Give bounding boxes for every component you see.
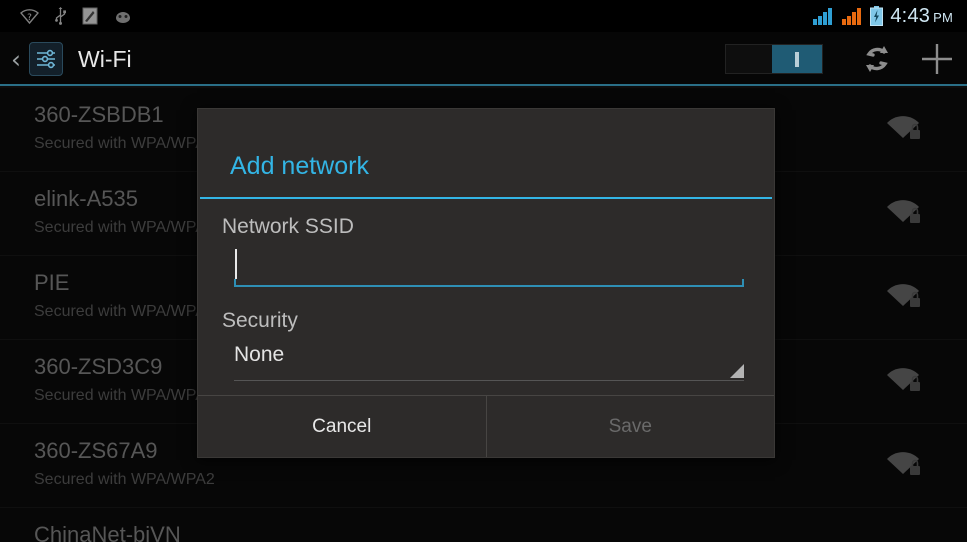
signal-bars-orange-icon — [842, 8, 862, 25]
wifi-settings-icon[interactable] — [29, 42, 63, 76]
refresh-scan-icon — [866, 46, 888, 72]
ssid-input[interactable] — [234, 247, 744, 287]
screenshot-icon — [82, 7, 98, 25]
status-bar-clock: 4:43 PM — [890, 5, 953, 28]
page-title: Wi-Fi — [78, 45, 132, 72]
cancel-button[interactable]: Cancel — [198, 396, 487, 457]
status-bar: ? 4:43 PM — [0, 0, 967, 32]
action-bar-actions — [725, 32, 967, 86]
back-button[interactable]: ‹ — [11, 47, 21, 72]
text-caret — [235, 249, 237, 279]
dialog-body: Network SSID Security None — [198, 199, 774, 381]
status-bar-left-icons: ? — [20, 7, 133, 25]
add-network-dialog: Add network Network SSID Security None C… — [197, 108, 775, 458]
add-network-button[interactable] — [907, 32, 967, 86]
switch-thumb — [772, 45, 822, 73]
save-button[interactable]: Save — [487, 396, 775, 457]
plus-add-network-icon — [922, 44, 952, 74]
battery-charging-icon — [870, 6, 884, 26]
wifi-question-icon: ? — [20, 8, 39, 24]
ssid-input-underline — [234, 279, 744, 287]
dialog-title: Add network — [230, 152, 369, 180]
svg-text:?: ? — [27, 13, 32, 23]
status-bar-right-icons: 4:43 PM — [812, 0, 953, 32]
chevron-down-icon — [730, 364, 744, 378]
clock-ampm: PM — [933, 9, 953, 25]
signal-bars-blue-icon — [813, 8, 833, 25]
security-spinner[interactable]: None — [234, 339, 744, 381]
refresh-scan-button[interactable] — [847, 32, 907, 86]
dialog-button-bar: Cancel Save — [198, 395, 774, 457]
android-wifi-settings-screen: ? 4:43 PM ‹ Wi-Fi 360-ZSBDB1 Secured wit… — [0, 0, 967, 542]
security-selected-value: None — [234, 343, 285, 366]
wifi-toggle-switch[interactable] — [725, 44, 823, 74]
android-head-icon — [116, 11, 130, 23]
security-field-label: Security — [222, 309, 298, 332]
ssid-field-label: Network SSID — [222, 215, 354, 238]
clock-time: 4:43 — [890, 4, 931, 27]
usb-icon — [55, 7, 66, 25]
action-bar: ‹ Wi-Fi — [0, 32, 967, 86]
